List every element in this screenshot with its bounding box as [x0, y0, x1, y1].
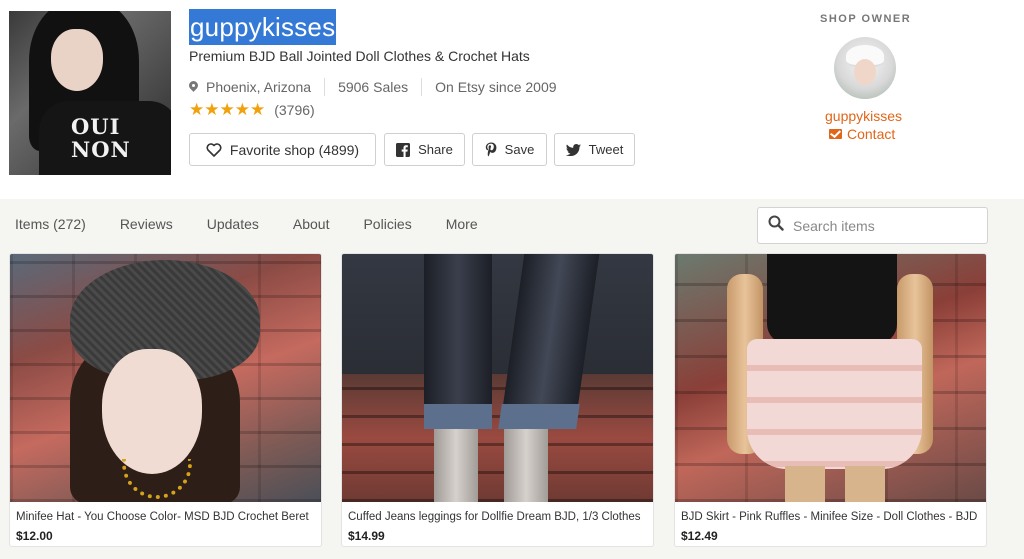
owner-avatar[interactable]	[834, 37, 896, 99]
contact-label: Contact	[847, 126, 896, 142]
shop-since: On Etsy since 2009	[435, 79, 557, 95]
rating[interactable]: ★★★★★ (3796)	[189, 101, 315, 119]
shop-sales[interactable]: 5906 Sales	[338, 79, 408, 95]
shop-owner-heading: SHOP OWNER	[820, 13, 912, 25]
shop-name: guppykisses	[189, 9, 337, 45]
listing-card[interactable]: Cuffed Jeans leggings for Dollfie Dream …	[341, 253, 654, 547]
shop-meta: Phoenix, Arizona 5906 Sales On Etsy sinc…	[189, 78, 557, 96]
favorite-shop-button[interactable]: Favorite shop (4899)	[189, 133, 376, 166]
tab-items[interactable]: Items (272)	[15, 216, 86, 232]
listing-card[interactable]: Minifee Hat - You Choose Color- MSD BJD …	[9, 253, 322, 547]
location-pin-icon	[189, 81, 198, 93]
tab-reviews[interactable]: Reviews	[120, 216, 173, 232]
tweet-label: Tweet	[588, 142, 624, 157]
shop-location: Phoenix, Arizona	[206, 79, 312, 95]
save-button[interactable]: Save	[472, 133, 547, 166]
star-rating-icon: ★★★★★	[189, 100, 266, 119]
tab-policies[interactable]: Policies	[363, 216, 411, 232]
avatar-shirt-text: OUI NON	[71, 115, 131, 161]
listing-card[interactable]: BJD Skirt - Pink Ruffles - Minifee Size …	[674, 253, 987, 547]
favorite-shop-label: Favorite shop (4899)	[229, 141, 360, 158]
search-input[interactable]	[793, 217, 983, 234]
shop-tabs: Items (272) Reviews Updates About Polici…	[15, 216, 478, 232]
search-box[interactable]	[757, 207, 988, 244]
tab-about[interactable]: About	[293, 216, 330, 232]
contact-link[interactable]: Contact	[829, 126, 895, 142]
tweet-button[interactable]: Tweet	[554, 133, 635, 166]
avatar-text-line2: NON	[71, 137, 131, 162]
tab-more[interactable]: More	[446, 216, 478, 232]
listing-photo[interactable]	[10, 254, 321, 502]
facebook-icon	[396, 142, 411, 157]
share-label: Share	[418, 142, 453, 157]
tab-updates[interactable]: Updates	[207, 216, 259, 232]
search-icon	[768, 215, 784, 236]
divider	[421, 78, 423, 96]
owner-name-link[interactable]: guppykisses	[825, 108, 902, 124]
save-label: Save	[504, 142, 535, 157]
owner-avatar-face	[854, 59, 876, 85]
share-button[interactable]: Share	[384, 133, 465, 166]
listing-photo[interactable]	[342, 254, 653, 502]
heart-icon	[206, 142, 222, 157]
mail-icon	[829, 129, 842, 139]
listing-title[interactable]: Cuffed Jeans leggings for Dollfie Dream …	[348, 511, 648, 523]
twitter-icon	[565, 143, 581, 156]
avatar-text-line1: OUI	[71, 114, 121, 139]
listing-title[interactable]: BJD Skirt - Pink Ruffles - Minifee Size …	[681, 511, 981, 523]
pinterest-icon	[485, 142, 497, 157]
avatar-face	[51, 29, 103, 91]
shop-avatar: OUI NON	[9, 11, 171, 175]
shop-tagline: Premium BJD Ball Jointed Doll Clothes & …	[189, 48, 530, 64]
divider	[324, 78, 326, 96]
listing-photo[interactable]	[675, 254, 986, 502]
listing-price: $12.49	[681, 529, 718, 543]
listing-price: $14.99	[348, 529, 385, 543]
review-count: (3796)	[274, 102, 315, 118]
listing-title[interactable]: Minifee Hat - You Choose Color- MSD BJD …	[16, 511, 316, 523]
listing-price: $12.00	[16, 529, 53, 543]
